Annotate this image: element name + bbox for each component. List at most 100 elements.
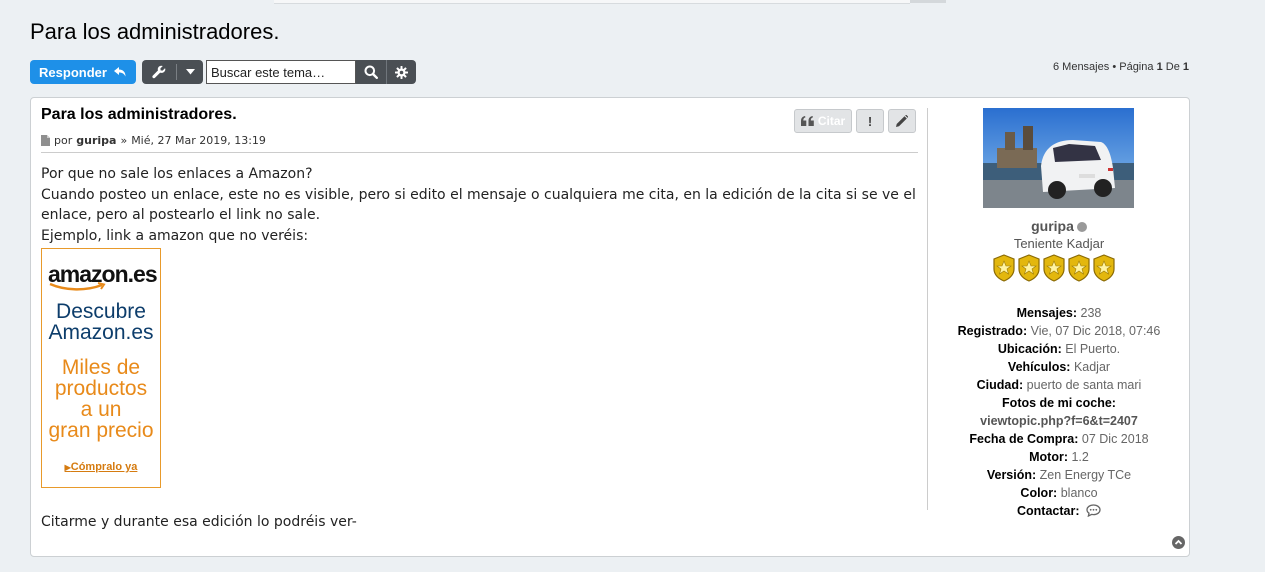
topic-tools-button[interactable] (142, 60, 203, 84)
field-value: 07 Dic 2018 (1081, 432, 1149, 446)
ad-headline-1: Descubre (56, 300, 146, 323)
ad-tagline: Miles de productos a un gran precio (42, 357, 160, 441)
ad-tagline-3: a un (80, 398, 122, 421)
reply-button[interactable]: Responder (30, 60, 136, 84)
message-count: 6 Mensajes (1052, 61, 1110, 73)
total-pages: 1 (1182, 61, 1189, 73)
ad-tagline-2: productos (54, 377, 148, 400)
profile-field: Color: blanco (928, 484, 1190, 502)
field-value: 1.2 (1071, 450, 1089, 464)
current-page: 1 (1156, 61, 1163, 73)
quote-button-label: Citar (817, 114, 846, 128)
profile-field: viewtopic.php?f=6&t=2407 (928, 412, 1190, 430)
quote-button[interactable]: Citar (794, 109, 852, 133)
ad-cta-link[interactable]: ▶Cómpralo ya (42, 461, 160, 473)
field-label: Color: (1020, 486, 1058, 500)
post-header-divider (41, 152, 918, 153)
field-label: Motor: (1029, 450, 1068, 464)
pagination-info: 6 Mensajes • Página 1 De 1 (1053, 61, 1189, 73)
top-strip-handle (910, 0, 946, 3)
field-label: Fecha de Compra: (969, 432, 1079, 446)
field-label: Registrado: (957, 324, 1028, 338)
field-value: Vie, 07 Dic 2018, 07:46 (1030, 324, 1161, 338)
field-value: blanco (1060, 486, 1098, 500)
post-line: Ejemplo, link a amazon que no veréis: (41, 227, 309, 244)
page-title: Para los administradores. (30, 19, 280, 44)
rank-badge-icon (1018, 254, 1040, 282)
search-icon (364, 65, 378, 79)
rank-badge-icon (993, 254, 1015, 282)
rank-badges (992, 254, 1116, 282)
field-label: Mensajes: (1016, 306, 1078, 320)
field-value: Kadjar (1073, 360, 1111, 374)
field-label: Ubicación: (997, 342, 1062, 356)
field-label: Vehículos: (1007, 360, 1071, 374)
field-label: Versión: (986, 468, 1037, 482)
profile-field: Registrado: Vie, 07 Dic 2018, 07:46 (928, 322, 1190, 340)
field-label: Fotos de mi coche: (1002, 396, 1116, 410)
profile-fields: Mensajes: 238 Registrado: Vie, 07 Dic 20… (928, 304, 1190, 520)
page-label: Página (1119, 61, 1154, 73)
username-link[interactable]: guripa (1031, 218, 1074, 234)
reply-arrow-icon (113, 67, 126, 77)
advanced-search-button[interactable] (387, 60, 417, 84)
post-title[interactable]: Para los administradores. (41, 106, 237, 124)
pencil-icon (896, 115, 908, 127)
top-scroll-strip (274, 0, 910, 4)
post-line: Por que no sale los enlaces a Amazon? (41, 166, 313, 182)
profile-field: Vehículos: Kadjar (928, 358, 1190, 376)
avatar[interactable] (983, 108, 1134, 208)
report-icon: ! (867, 113, 873, 129)
post-content: Por que no sale los enlaces a Amazon? Cu… (41, 164, 921, 246)
rank-badge-icon (1043, 254, 1065, 282)
rank-badge-icon (1093, 254, 1115, 282)
wrench-icon (152, 65, 166, 79)
quote-icon (800, 116, 814, 126)
post-author-link[interactable]: guripa (76, 134, 116, 147)
profile-username: guripa (928, 218, 1190, 234)
gear-icon (394, 65, 408, 79)
post-line: Cuando posteo un enlace, este no es visi… (41, 186, 916, 224)
report-button[interactable]: ! (856, 109, 884, 133)
field-label: Contactar: (1017, 504, 1080, 518)
post-panel: Para los administradores. por guripa » M… (30, 97, 1190, 557)
back-to-top-icon[interactable] (1172, 536, 1185, 549)
amazon-banner[interactable]: amazon.es Descubre Amazon.es Miles de pr… (41, 248, 161, 488)
profile-field: Contactar: (928, 502, 1190, 520)
search-button[interactable] (356, 60, 387, 84)
profile-field: Fecha de Compra: 07 Dic 2018 (928, 430, 1190, 448)
amazon-smile-icon (49, 282, 106, 291)
post-meta: por guripa » Mié, 27 Mar 2019, 13:19 (41, 134, 266, 147)
field-value: puerto de santa mari (1026, 378, 1142, 392)
reply-button-label: Responder (39, 64, 107, 80)
search-topic-input[interactable] (206, 60, 356, 84)
ad-cta-label: Cómpralo ya (70, 461, 138, 473)
post-meta-by: por (54, 134, 73, 147)
field-value: El Puerto. (1065, 342, 1121, 356)
profile-field: Versión: Zen Energy TCe (928, 466, 1190, 484)
offline-status-icon (1076, 222, 1087, 232)
ad-headline-2: Amazon.es (48, 321, 154, 344)
post-icon[interactable] (41, 135, 50, 146)
field-label: Ciudad: (976, 378, 1024, 392)
post-date: Mié, 27 Mar 2019, 13:19 (131, 134, 266, 147)
field-value[interactable]: 238 (1081, 306, 1102, 320)
field-value: Zen Energy TCe (1039, 468, 1132, 482)
ad-tagline-4: gran precio (48, 419, 154, 442)
post-final-line: Citarme y durante esa edición lo podréis… (41, 514, 357, 530)
profile-field: Mensajes: 238 (928, 304, 1190, 322)
search-button-group (356, 60, 416, 84)
profile-field: Ciudad: puerto de santa mari (928, 376, 1190, 394)
rank-badge-icon (1068, 254, 1090, 282)
ad-tagline-1: Miles de (61, 356, 141, 379)
profile-field: Fotos de mi coche: (928, 394, 1190, 412)
ad-headline: Descubre Amazon.es (42, 301, 160, 343)
pagination-separator: • (1112, 61, 1117, 73)
user-rank: Teniente Kadjar (1013, 236, 1105, 251)
car-photos-link[interactable]: viewtopic.php?f=6&t=2407 (980, 414, 1138, 428)
profile-field: Motor: 1.2 (928, 448, 1190, 466)
contact-chat-icon[interactable] (1086, 504, 1101, 518)
of-label: De (1165, 61, 1180, 73)
post-buttons: Citar ! (794, 109, 916, 133)
edit-button[interactable] (888, 109, 916, 133)
